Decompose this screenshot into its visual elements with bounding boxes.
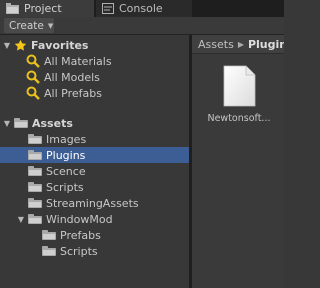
tree-item-all-models[interactable]: All Models: [0, 69, 215, 85]
tree-item-windowmod[interactable]: ▼ WindowMod: [0, 211, 205, 227]
breadcrumb-separator-icon: ▶: [237, 39, 244, 49]
expand-arrow-icon[interactable]: ▼: [2, 41, 12, 50]
tree-item-label: Scripts: [46, 180, 84, 194]
tree-item-label: Favorites: [31, 38, 89, 52]
search-icon: [26, 54, 40, 68]
tab-project-label: Project: [24, 2, 62, 15]
folder-icon: [42, 230, 56, 240]
expand-arrow-icon[interactable]: ▼: [16, 215, 26, 224]
tree-item-label: All Materials: [44, 54, 112, 68]
tree-item-label: Scence: [46, 164, 86, 178]
tab-bar: Project Console: [0, 0, 284, 17]
star-icon: [14, 39, 27, 51]
folder-icon: [28, 214, 42, 224]
folder-icon: [28, 182, 42, 192]
breadcrumb-root[interactable]: Assets: [198, 38, 234, 51]
tree-item-scence[interactable]: Scence: [0, 163, 217, 179]
folder-icon: [42, 246, 56, 256]
project-folder-icon: [6, 3, 19, 14]
folder-icon: [28, 134, 42, 144]
asset-file-name: Newtonsoft...: [207, 113, 271, 124]
folder-icon: [28, 150, 42, 160]
breadcrumb: Assets ▶ Plugins: [192, 35, 284, 54]
console-icon: [102, 3, 114, 14]
tree-item-scripts[interactable]: Scripts: [0, 179, 217, 195]
tree-item-label: All Prefabs: [44, 86, 102, 100]
tab-console[interactable]: Console: [96, 0, 192, 17]
expand-arrow-icon[interactable]: ▼: [2, 119, 12, 128]
tree-item-label: Prefabs: [60, 228, 101, 242]
tree-item-label: Assets: [32, 116, 73, 130]
search-icon: [26, 70, 40, 84]
asset-browser: Assets ▶ Plugins Newtonsoft...: [192, 35, 284, 288]
asset-file-newtonsoft[interactable]: Newtonsoft...: [204, 65, 274, 124]
tree-item-label: All Models: [44, 70, 100, 84]
tab-console-label: Console: [119, 2, 163, 15]
folder-icon: [14, 118, 28, 128]
tree-item-label: StreamingAssets: [46, 196, 139, 210]
folder-icon: [28, 198, 42, 208]
tree-item-all-materials[interactable]: All Materials: [0, 53, 215, 69]
project-tree: ▼ Favorites All Materials All Models All…: [0, 35, 217, 288]
tree-item-all-prefabs[interactable]: All Prefabs: [0, 85, 215, 101]
search-icon: [26, 86, 40, 100]
tree-item-assets[interactable]: ▼ Assets: [0, 115, 189, 131]
breadcrumb-current[interactable]: Plugins: [248, 38, 284, 51]
document-icon: [223, 65, 256, 107]
tab-project[interactable]: Project: [0, 0, 94, 17]
dropdown-arrow-icon: ▼: [47, 21, 54, 30]
create-button-label: Create: [9, 19, 44, 32]
tree-item-label: Images: [46, 132, 87, 146]
tree-item-images[interactable]: Images: [0, 131, 217, 147]
tree-item-label: WindowMod: [46, 212, 113, 226]
tree-item-label: Plugins: [46, 148, 86, 162]
tree-item-plugins[interactable]: Plugins: [0, 147, 217, 163]
create-button[interactable]: Create ▼: [4, 18, 54, 33]
tree-item-streamingassets[interactable]: StreamingAssets: [0, 195, 217, 211]
tree-item-favorites[interactable]: ▼ Favorites: [0, 37, 189, 53]
tree-item-label: Scripts: [60, 244, 98, 258]
project-toolbar: Create ▼: [0, 17, 284, 35]
folder-icon: [28, 166, 42, 176]
